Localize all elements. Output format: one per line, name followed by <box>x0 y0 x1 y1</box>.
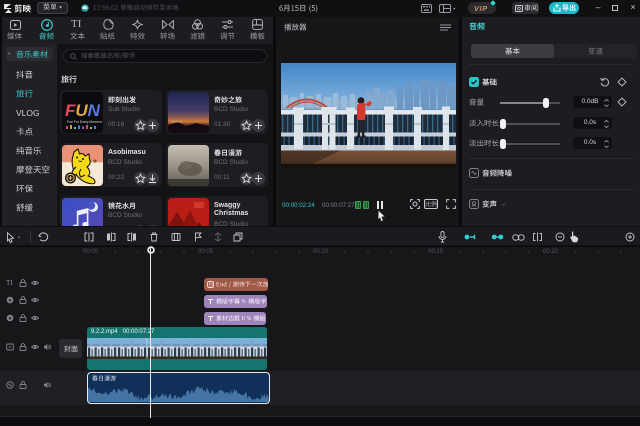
svg-text:Fun For Every Moment: Fun For Every Moment <box>67 120 102 124</box>
svg-text:TRAVEL: TRAVEL <box>171 120 183 124</box>
svg-text:FUN: FUN <box>65 101 101 120</box>
